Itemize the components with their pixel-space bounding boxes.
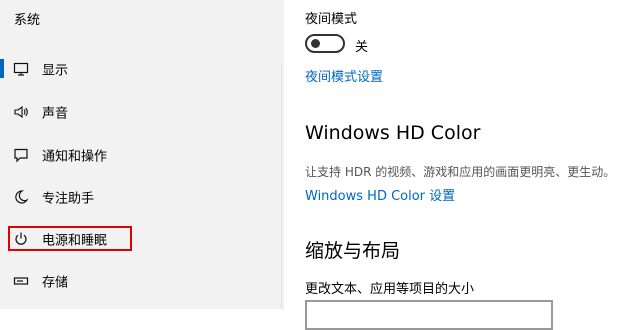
sidebar-item-sound[interactable]: 声音 (0, 95, 281, 129)
sidebar-item-storage[interactable]: 存储 (0, 264, 281, 298)
sidebar-item-label: 通知和操作 (42, 149, 108, 165)
toggle-knob (311, 39, 320, 48)
scale-layout-heading: 缩放与布局 (305, 240, 401, 262)
hd-color-settings-link[interactable]: Windows HD Color 设置 (305, 185, 455, 204)
sidebar-divider (281, 64, 282, 309)
sidebar-item-label: 显示 (42, 63, 69, 79)
storage-icon (12, 272, 30, 290)
night-light-label: 夜间模式 (305, 12, 358, 27)
monitor-icon (12, 60, 30, 78)
highlight-box (8, 226, 132, 251)
night-light-settings-link[interactable]: 夜间模式设置 (305, 66, 383, 85)
notification-icon (12, 146, 30, 164)
moon-icon (12, 188, 30, 206)
hd-color-description: 让支持 HDR 的视频、游戏和应用的画面更明亮、更生动。 (305, 165, 616, 179)
hd-color-heading: Windows HD Color (305, 122, 481, 144)
sidebar-item-notifications[interactable]: 通知和操作 (0, 138, 281, 172)
sidebar-item-focus-assist[interactable]: 专注助手 (0, 180, 281, 214)
scale-dropdown[interactable] (305, 300, 553, 330)
sidebar-title: 系统 (14, 13, 41, 28)
night-light-toggle-state: 关 (355, 40, 369, 55)
sidebar-item-display[interactable]: 显示 (0, 52, 281, 86)
speaker-icon (12, 103, 30, 121)
sidebar-item-label: 声音 (42, 106, 69, 122)
sidebar-item-label: 存储 (42, 275, 69, 291)
settings-sidebar: 系统 显示 声音 通知和操作 专注助手 电源和睡眠 存储 (0, 0, 284, 309)
night-light-toggle[interactable] (305, 34, 345, 53)
sidebar-item-label: 专注助手 (42, 191, 95, 207)
scale-layout-label: 更改文本、应用等项目的大小 (305, 282, 475, 297)
